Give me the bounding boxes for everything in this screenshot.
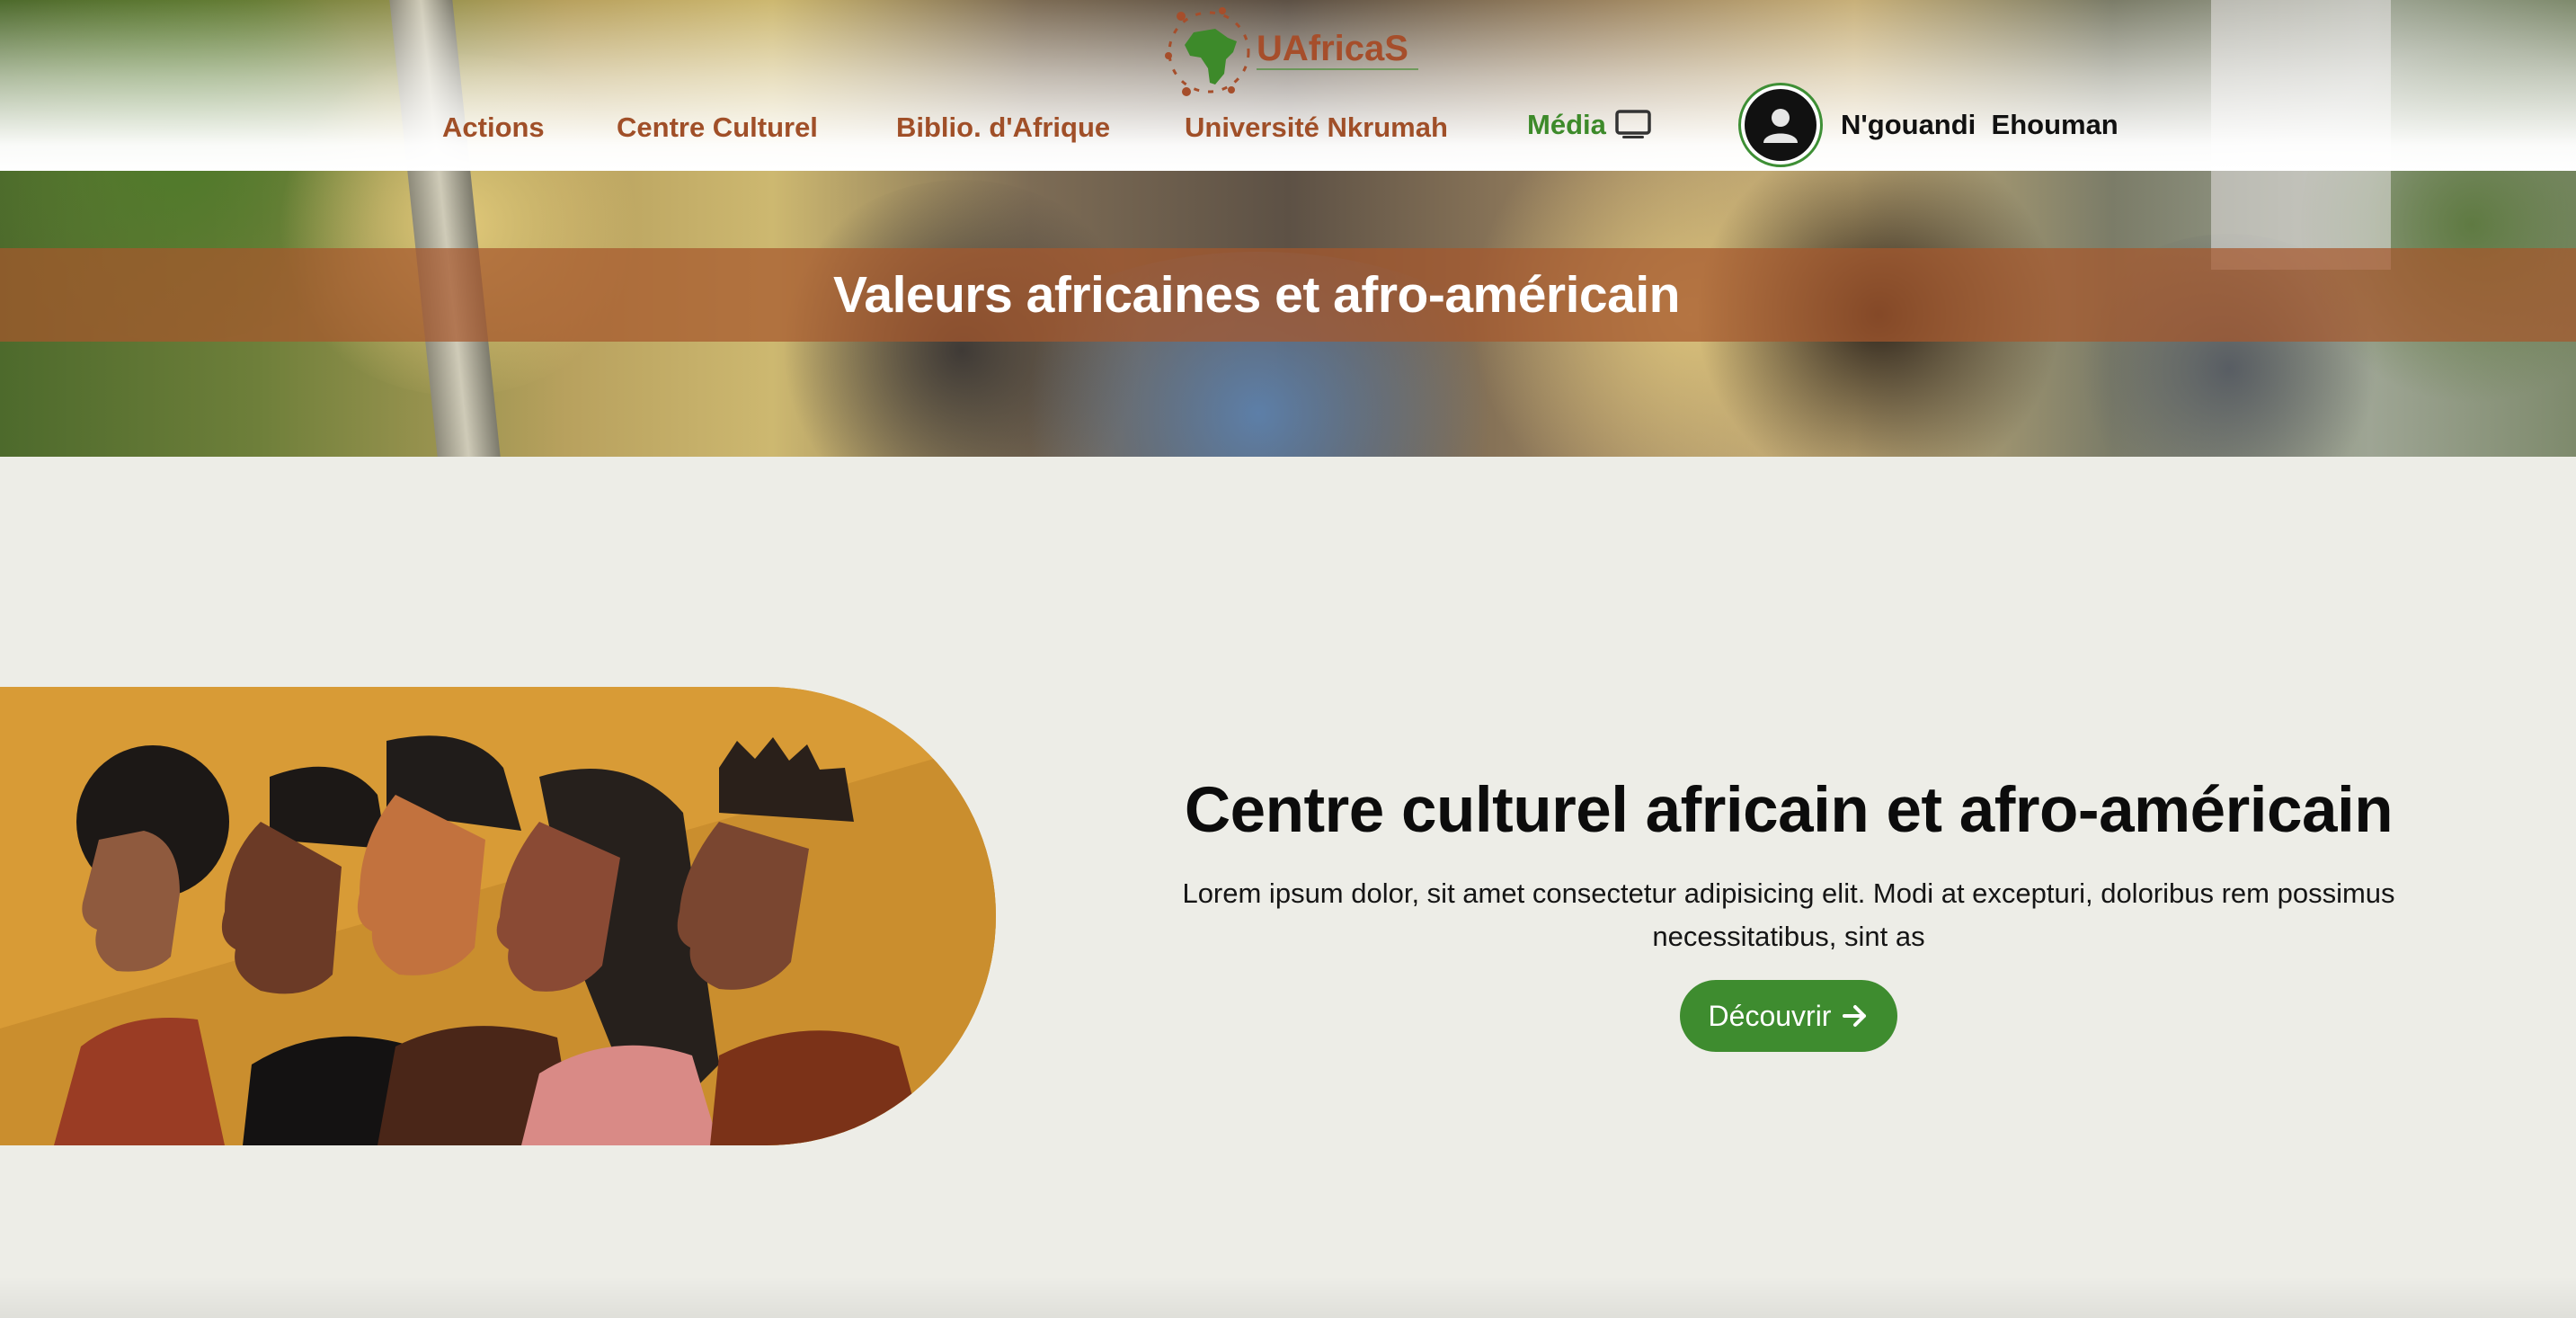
hero-title: Valeurs africaines et afro-américain [833,266,1680,324]
main-nav: Actions Centre Culturel Biblio. d'Afriqu… [0,109,2576,156]
nav-link-centre-culturel[interactable]: Centre Culturel [617,111,818,144]
nav-link-actions[interactable]: Actions [442,111,545,144]
people-profiles-illustration [0,687,996,1145]
section-description: Lorem ipsum dolor, sit amet consectetur … [1182,877,2395,952]
user-name[interactable]: N'gouandi Ehouman [1841,109,2119,141]
hero-title-band: Valeurs africaines et afro-américain [0,248,2576,342]
user-avatar[interactable] [1738,83,1823,167]
logo-brand-text: UAfricaS [1257,29,1408,68]
user-icon [1763,109,1798,143]
footer-shadow [0,1277,2576,1318]
nav-link-media[interactable]: Média [1527,109,1651,141]
nav-link-universite-nkrumah[interactable]: Université Nkrumah [1185,111,1448,144]
arrow-right-icon [1843,1005,1867,1027]
section-title: Centre culturel africain et afro-américa… [1184,775,2394,846]
discover-button[interactable]: Découvrir [1679,980,1898,1052]
africa-map-logo-icon [1165,7,1250,96]
nav-link-biblio-afrique[interactable]: Biblio. d'Afrique [896,111,1110,144]
site-logo[interactable]: UAfricaS [1159,2,1420,102]
discover-button-label: Découvrir [1708,999,1832,1032]
logo-tagline-line [1257,67,1418,72]
section-content: Centre culturel africain et afro-américa… [1115,773,2463,1052]
monitor-icon [1615,110,1651,138]
nav-link-media-label: Média [1527,109,1606,140]
